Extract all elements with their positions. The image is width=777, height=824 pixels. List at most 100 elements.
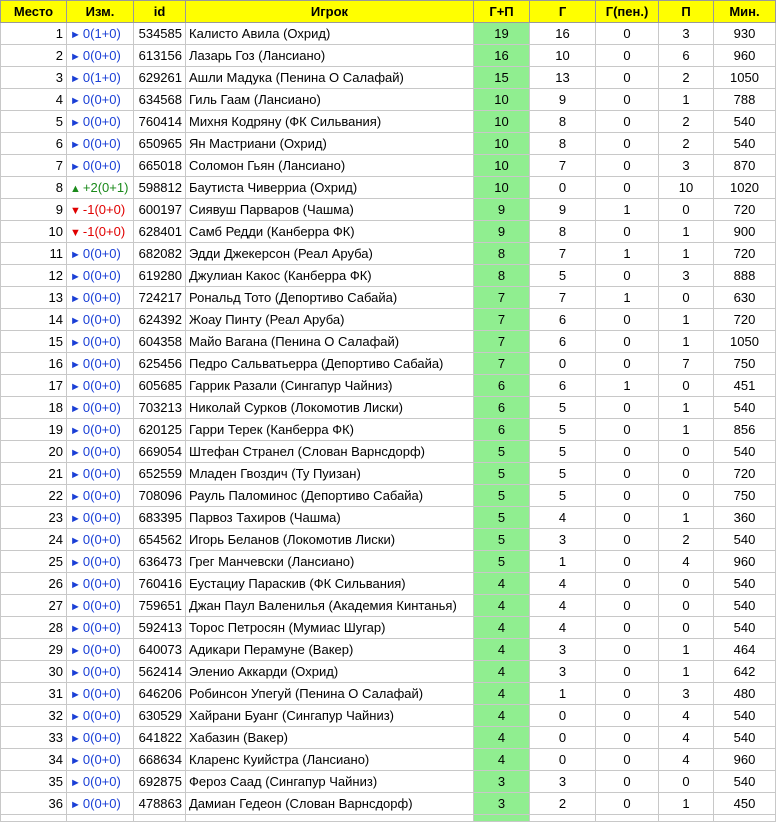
change-cell: ► 0(0+0) — [66, 660, 134, 683]
change-cell: ► 0(0+0) — [66, 506, 134, 529]
change-cell: ► 0(0+0) — [66, 330, 134, 353]
table-row[interactable]: 35 ► 0(0+0) 692875 Фероз Саад (Сингапур Чайн… — [0, 770, 776, 793]
goals-cell: 2 — [529, 792, 596, 815]
table-row[interactable]: 9 ▼ -1(0+0) 600197 Сиявуш Парваров (Чашма) 9 9… — [0, 198, 776, 221]
table-row[interactable]: 33 ► 0(0+0) 641822 Хабазин (Вакер) 4 0 0 4 540 — [0, 726, 776, 749]
penalty-goals-cell: 0 — [595, 352, 659, 375]
col-header-change[interactable]: Изм. — [66, 0, 134, 23]
table-row[interactable]: 8 ▲ +2(0+1) 598812 Баутиста Чиверриа (Охрид)… — [0, 176, 776, 199]
assists-cell: 1 — [658, 506, 714, 529]
table-row[interactable]: 18 ► 0(0+0) 703213 Николай Сурков (Локомотив… — [0, 396, 776, 419]
table-row[interactable]: 16 ► 0(0+0) 625456 Педро Сальватьерра (Депор… — [0, 352, 776, 375]
table-row[interactable]: 1 ► 0(1+0) 534585 Калисто Авила (Охрид) 19 16 0… — [0, 22, 776, 45]
change-value: 0(0+0) — [82, 356, 121, 371]
table-row[interactable]: 17 ► 0(0+0) 605685 Гаррик Разали (Сингапур Ч… — [0, 374, 776, 397]
table-row[interactable]: 14 ► 0(0+0) 624392 Жоау Пинту (Реал Аруба) 7 6… — [0, 308, 776, 331]
table-row[interactable]: 36 ► 0(0+0) 478863 Дамиан Гедеон (Слован Вар… — [0, 792, 776, 815]
col-header-assists[interactable]: П — [658, 0, 714, 23]
place-cell: 15 — [0, 330, 67, 353]
table-row[interactable]: 29 ► 0(0+0) 640073 Адикари Перамуне (Вакер) 4… — [0, 638, 776, 661]
table-row[interactable]: 7 ► 0(0+0) 665018 Соломон Гьян (Лансиано) 10 7… — [0, 154, 776, 177]
empty-cell — [658, 814, 714, 822]
assists-cell: 0 — [658, 440, 714, 463]
goals-cell: 5 — [529, 396, 596, 419]
change-cell: ► 0(0+0) — [66, 440, 134, 463]
table-row[interactable]: 19 ► 0(0+0) 620125 Гарри Терек (Канберра ФК)… — [0, 418, 776, 441]
place-cell: 8 — [0, 176, 67, 199]
change-value: 0(0+0) — [82, 774, 121, 789]
player-cell: Ян Мастриани (Охрид) — [185, 132, 474, 155]
change-value: 0(0+0) — [82, 136, 121, 151]
goals-cell: 5 — [529, 440, 596, 463]
goals-cell: 6 — [529, 374, 596, 397]
col-header-penalty-goals[interactable]: Г(пен.) — [595, 0, 659, 23]
id-cell: 759651 — [133, 594, 186, 617]
empty-cell — [66, 814, 134, 822]
goals-cell: 0 — [529, 352, 596, 375]
minutes-cell: 750 — [713, 484, 776, 507]
table-row[interactable]: 30 ► 0(0+0) 562414 Эленио Аккарди (Охрид) 4 3 0… — [0, 660, 776, 683]
change-cell: ► 0(0+0) — [66, 264, 134, 287]
col-header-id[interactable]: id — [133, 0, 186, 23]
table-row[interactable]: 32 ► 0(0+0) 630529 Хайрани Буанг (Сингапур Ч… — [0, 704, 776, 727]
table-row[interactable]: 34 ► 0(0+0) 668634 Кларенс Куийстра (Лансиан… — [0, 748, 776, 771]
table-row[interactable]: 24 ► 0(0+0) 654562 Игорь Беланов (Локомотив … — [0, 528, 776, 551]
assists-cell: 4 — [658, 704, 714, 727]
table-row[interactable]: 15 ► 0(0+0) 604358 Майо Вагана (Пенина О Сал… — [0, 330, 776, 353]
col-header-minutes[interactable]: Мин. — [713, 0, 776, 23]
table-row[interactable]: 26 ► 0(0+0) 760416 Еустациу Параскив (ФК Сил… — [0, 572, 776, 595]
penalty-goals-cell: 0 — [595, 330, 659, 353]
table-row[interactable]: 2 ► 0(0+0) 613156 Лазарь Гоз (Лансиано) 16 10 0… — [0, 44, 776, 67]
table-row[interactable]: 20 ► 0(0+0) 669054 Штефан Странел (Слован Ва… — [0, 440, 776, 463]
minutes-cell: 930 — [713, 22, 776, 45]
table-row[interactable]: 23 ► 0(0+0) 683395 Парвоз Тахиров (Чашма) 5 4 0… — [0, 506, 776, 529]
col-header-player[interactable]: Игрок — [185, 0, 474, 23]
change-cell: ► 0(0+0) — [66, 638, 134, 661]
goals-assists-cell: 7 — [473, 286, 530, 309]
col-header-goals-assists[interactable]: Г+П — [473, 0, 530, 23]
assists-cell: 6 — [658, 44, 714, 67]
table-row[interactable]: 12 ► 0(0+0) 619280 Джулиан Какос (Канберра Ф… — [0, 264, 776, 287]
change-cell: ► 0(0+0) — [66, 308, 134, 331]
player-cell: Лазарь Гоз (Лансиано) — [185, 44, 474, 67]
table-row[interactable]: 31 ► 0(0+0) 646206 Робинсон Упегуй (Пенина О… — [0, 682, 776, 705]
arrow-right-icon: ► — [70, 667, 81, 679]
table-row[interactable]: 6 ► 0(0+0) 650965 Ян Мастриани (Охрид) 10 8 0 2 5… — [0, 132, 776, 155]
table-row[interactable]: 10 ▼ -1(0+0) 628401 Самб Редди (Канберра ФК)… — [0, 220, 776, 243]
penalty-goals-cell: 1 — [595, 286, 659, 309]
arrow-right-icon: ► — [70, 557, 81, 569]
col-header-goals[interactable]: Г — [529, 0, 596, 23]
table-row[interactable]: 5 ► 0(0+0) 760414 Михня Кодряну (ФК Сильвани… — [0, 110, 776, 133]
change-value: 0(0+0) — [82, 48, 121, 63]
minutes-cell: 642 — [713, 660, 776, 683]
table-row[interactable]: 22 ► 0(0+0) 708096 Рауль Паломинос (Депортив… — [0, 484, 776, 507]
table-row[interactable]: 27 ► 0(0+0) 759651 Джан Паул Валенилья (Акад… — [0, 594, 776, 617]
table-row[interactable]: 28 ► 0(0+0) 592413 Торос Петросян (Мумиас Шу… — [0, 616, 776, 639]
minutes-cell: 960 — [713, 44, 776, 67]
id-cell: 604358 — [133, 330, 186, 353]
col-header-place[interactable]: Место — [0, 0, 67, 23]
penalty-goals-cell: 1 — [595, 374, 659, 397]
penalty-goals-cell: 0 — [595, 550, 659, 573]
assists-cell: 2 — [658, 110, 714, 133]
table-row[interactable]: 3 ► 0(1+0) 629261 Ашли Мадука (Пенина О Сала… — [0, 66, 776, 89]
player-cell: Гарри Терек (Канберра ФК) — [185, 418, 474, 441]
player-cell: Робинсон Упегуй (Пенина О Салафай) — [185, 682, 474, 705]
player-cell: Соломон Гьян (Лансиано) — [185, 154, 474, 177]
minutes-cell: 464 — [713, 638, 776, 661]
arrow-right-icon: ► — [70, 337, 81, 349]
penalty-goals-cell: 0 — [595, 88, 659, 111]
table-row[interactable]: 11 ► 0(0+0) 682082 Эдди Джекерсон (Реал Аруб… — [0, 242, 776, 265]
player-cell: Эленио Аккарди (Охрид) — [185, 660, 474, 683]
table-row[interactable]: 21 ► 0(0+0) 652559 Младен Гвоздич (Ту Пуизан… — [0, 462, 776, 485]
goals-cell: 3 — [529, 638, 596, 661]
place-cell: 7 — [0, 154, 67, 177]
assists-cell: 0 — [658, 462, 714, 485]
table-row[interactable]: 4 ► 0(0+0) 634568 Гиль Гаам (Лансиано) 10 9 0 1 7… — [0, 88, 776, 111]
minutes-cell: 720 — [713, 462, 776, 485]
table-row[interactable]: 13 ► 0(0+0) 724217 Рональд Тото (Депортиво С… — [0, 286, 776, 309]
change-cell: ► 0(0+0) — [66, 748, 134, 771]
table-row[interactable]: 25 ► 0(0+0) 636473 Грег Манчевски (Лансиано)… — [0, 550, 776, 573]
arrow-right-icon: ► — [70, 315, 81, 327]
id-cell: 760416 — [133, 572, 186, 595]
